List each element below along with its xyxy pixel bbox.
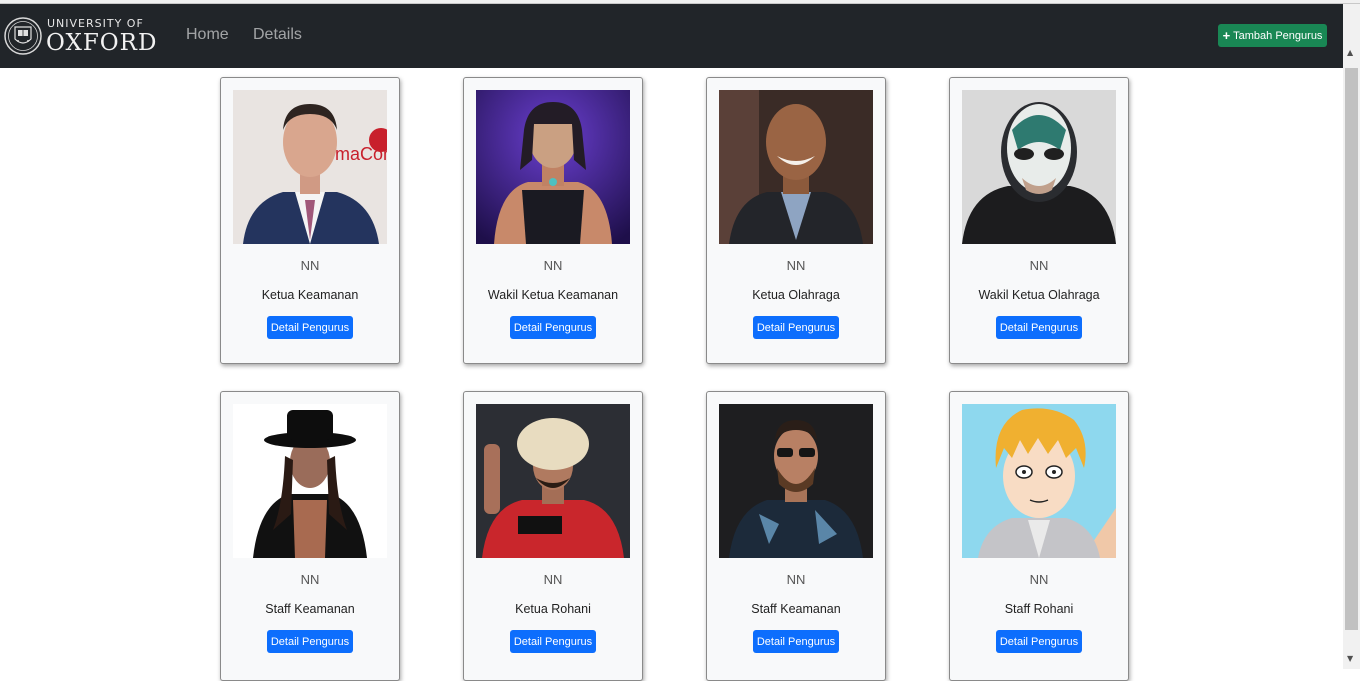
- pengurus-photo: [233, 404, 387, 558]
- detail-pengurus-button[interactable]: Detail Pengurus: [267, 630, 353, 653]
- pengurus-name: NN: [786, 258, 806, 273]
- pengurus-role: Ketua Keamanan: [261, 288, 359, 302]
- pengurus-photo: [476, 90, 630, 244]
- scroll-down-icon[interactable]: ▼: [1347, 654, 1353, 663]
- plus-icon: +: [1222, 28, 1231, 43]
- pengurus-name: NN: [543, 258, 563, 273]
- pengurus-role: Wakil Ketua Keamanan: [487, 288, 619, 302]
- pengurus-card: emaCon NN Ketua Keamanan Detail Pengurus: [220, 77, 400, 364]
- pengurus-photo: [719, 404, 873, 558]
- pengurus-card: NN Wakil Ketua Keamanan Detail Pengurus: [463, 77, 643, 364]
- top-navbar: UNIVERSITY OF OXFORD Home Details + Tamb…: [0, 4, 1343, 68]
- pengurus-card: NN Staff Keamanan Detail Pengurus: [220, 391, 400, 681]
- pengurus-name: NN: [300, 258, 320, 273]
- logo-line-oxford: OXFORD: [46, 30, 158, 56]
- pengurus-photo: [476, 404, 630, 558]
- pengurus-role: Staff Rohani: [1004, 602, 1074, 616]
- pengurus-role: Ketua Olahraga: [752, 288, 840, 302]
- tambah-pengurus-button[interactable]: + Tambah Pengurus: [1218, 24, 1327, 47]
- pengurus-name: NN: [300, 572, 320, 587]
- pengurus-card: NN Staff Keamanan Detail Pengurus: [706, 391, 886, 681]
- nav-link-home[interactable]: Home: [186, 26, 229, 44]
- logo-line-university: UNIVERSITY OF: [47, 17, 144, 30]
- pengurus-role: Staff Keamanan: [751, 602, 841, 616]
- pengurus-photo: [962, 404, 1116, 558]
- pengurus-card: NN Staff Rohani Detail Pengurus: [949, 391, 1129, 681]
- pengurus-card: NN Ketua Rohani Detail Pengurus: [463, 391, 643, 681]
- detail-pengurus-button[interactable]: Detail Pengurus: [510, 630, 596, 653]
- pengurus-card: NN Ketua Olahraga Detail Pengurus: [706, 77, 886, 364]
- oxford-crest-icon: [4, 17, 42, 55]
- pengurus-name: NN: [1029, 258, 1049, 273]
- pengurus-card: NN Wakil Ketua Olahraga Detail Pengurus: [949, 77, 1129, 364]
- detail-pengurus-button[interactable]: Detail Pengurus: [753, 316, 839, 339]
- scrollbar-thumb[interactable]: [1345, 68, 1358, 630]
- detail-pengurus-button[interactable]: Detail Pengurus: [996, 316, 1082, 339]
- pengurus-photo: emaCon: [233, 90, 387, 244]
- pengurus-photo: [962, 90, 1116, 244]
- oxford-logo[interactable]: UNIVERSITY OF OXFORD: [4, 14, 156, 60]
- pengurus-name: NN: [786, 572, 806, 587]
- pengurus-name: NN: [1029, 572, 1049, 587]
- pengurus-photo: [719, 90, 873, 244]
- pengurus-name: NN: [543, 572, 563, 587]
- scroll-up-icon[interactable]: ▲: [1347, 48, 1353, 57]
- detail-pengurus-button[interactable]: Detail Pengurus: [510, 316, 596, 339]
- pengurus-role: Ketua Rohani: [515, 602, 591, 616]
- detail-pengurus-button[interactable]: Detail Pengurus: [753, 630, 839, 653]
- tambah-pengurus-label: Tambah Pengurus: [1233, 29, 1323, 42]
- nav-link-details[interactable]: Details: [253, 26, 302, 44]
- pengurus-role: Staff Keamanan: [265, 602, 355, 616]
- detail-pengurus-button[interactable]: Detail Pengurus: [267, 316, 353, 339]
- detail-pengurus-button[interactable]: Detail Pengurus: [996, 630, 1082, 653]
- pengurus-role: Wakil Ketua Olahraga: [978, 288, 1100, 302]
